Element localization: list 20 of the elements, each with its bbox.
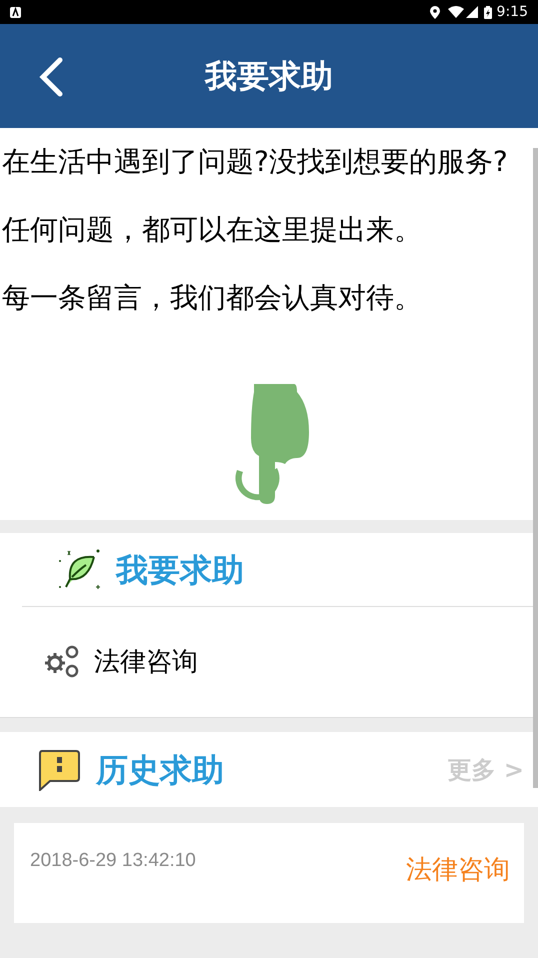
intro-paragraph: 任何问题，都可以在这里提出来。 — [2, 212, 423, 248]
alert-message-icon — [38, 748, 80, 790]
battery-icon — [484, 6, 492, 18]
section-title: 我要求助 — [116, 550, 244, 590]
help-category-item[interactable]: 法律咨询 — [0, 607, 528, 717]
location-icon — [430, 6, 440, 18]
gears-icon — [44, 645, 80, 679]
clock: 9:15 — [496, 2, 528, 22]
entry-category: 法律咨询 — [406, 854, 510, 887]
notification-icon — [10, 6, 21, 18]
intro-paragraph: 每一条留言，我们都会认真对待。 — [2, 280, 423, 316]
signal-icon — [466, 6, 478, 18]
header-title: 我要求助 — [205, 56, 333, 97]
back-icon — [39, 57, 63, 97]
intro-paragraph: 在生活中遇到了问题?没找到想要的服务? — [2, 144, 509, 180]
section-title: 历史求助 — [96, 750, 224, 790]
leaf-icon — [58, 548, 102, 590]
history-card[interactable]: 2018-6-29 13:42:10 法律咨询 — [14, 823, 524, 923]
wifi-icon — [448, 6, 464, 18]
entry-time: 2018-6-29 13:42:10 — [30, 849, 196, 873]
